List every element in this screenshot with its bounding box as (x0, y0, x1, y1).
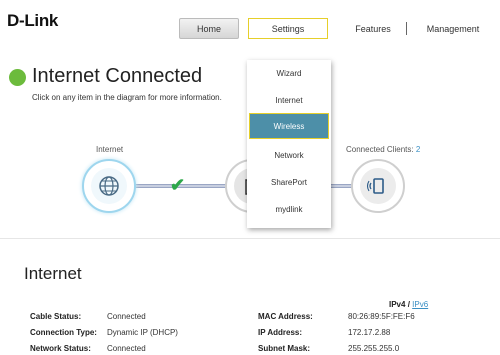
connection-status-title: Internet Connected (32, 65, 203, 87)
connection-ok-check-icon: ✔ (170, 175, 186, 195)
nav-home-button[interactable]: Home (179, 18, 239, 39)
connection-type-value: Dynamic IP (DHCP) (107, 328, 178, 337)
menu-item-network[interactable]: Network (247, 142, 331, 168)
menu-item-shareport[interactable]: SharePort (247, 169, 331, 195)
diagram-internet-label: Internet (96, 145, 124, 154)
cable-status-label: Cable Status: (30, 312, 82, 321)
nav-management-button[interactable]: Management (417, 18, 489, 39)
section-divider (0, 238, 500, 239)
settings-dropdown-menu: Wizard Internet Wireless Network SharePo… (247, 60, 331, 228)
ipv4-tab[interactable]: IPv4 (389, 300, 405, 309)
ipv6-tab[interactable]: IPv6 (412, 300, 428, 309)
internet-section-title: Internet (24, 264, 82, 283)
mac-address-label: MAC Address: (258, 312, 313, 321)
nav-separator (406, 22, 407, 35)
client-device-icon (360, 168, 396, 204)
connected-clients-node[interactable] (351, 159, 405, 213)
status-indicator-icon (9, 69, 26, 86)
dlink-logo: D-Link (7, 11, 59, 30)
menu-item-wireless[interactable]: Wireless (249, 113, 329, 139)
cable-status-value: Connected (107, 312, 146, 321)
clients-label-text: Connected Clients: (346, 145, 414, 154)
internet-node[interactable] (82, 159, 136, 213)
network-status-label: Network Status: (30, 344, 91, 353)
clients-count-link[interactable]: 2 (416, 145, 420, 154)
nav-settings-button[interactable]: Settings (248, 18, 328, 39)
diagram-clients-label: Connected Clients: 2 (346, 145, 420, 154)
menu-item-internet[interactable]: Internet (247, 87, 331, 113)
menu-item-mydlink[interactable]: mydlink (247, 196, 331, 222)
mac-address-value: 80:26:89:5F:FE:F6 (348, 312, 415, 321)
connection-type-label: Connection Type: (30, 328, 97, 337)
ip-version-separator: / (407, 300, 410, 309)
network-status-value: Connected (107, 344, 146, 353)
menu-item-wizard[interactable]: Wizard (247, 60, 331, 86)
ip-address-label: IP Address: (258, 328, 303, 337)
ip-version-toggle: IPv4 / IPv6 (389, 300, 428, 309)
subnet-mask-label: Subnet Mask: (258, 344, 311, 353)
nav-features-button[interactable]: Features (340, 18, 406, 39)
subnet-mask-value: 255.255.255.0 (348, 344, 400, 353)
connection-status-hint: Click on any item in the diagram for mor… (32, 93, 222, 102)
ip-address-value: 172.17.2.88 (348, 328, 391, 337)
globe-icon (91, 168, 127, 204)
